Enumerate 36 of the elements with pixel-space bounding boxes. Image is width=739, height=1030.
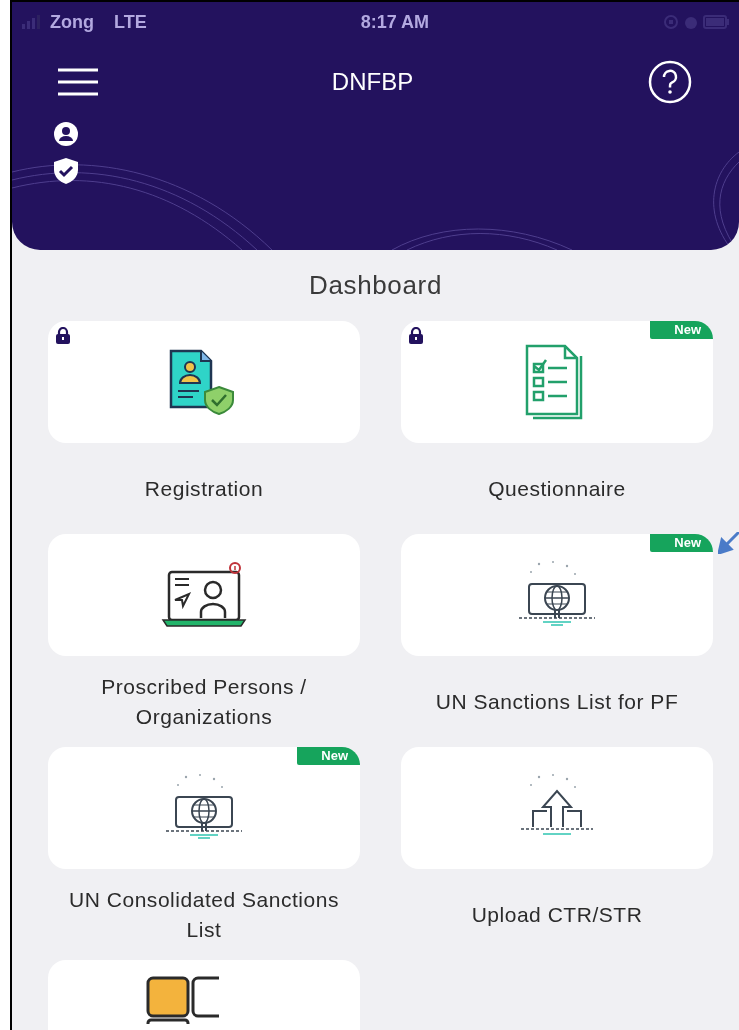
- verified-button[interactable]: [54, 158, 78, 184]
- dashboard-tile[interactable]: [48, 534, 360, 656]
- shield-check-icon: [54, 158, 78, 184]
- alarm-icon: [683, 14, 699, 30]
- laptop-person-icon: [159, 562, 249, 628]
- help-icon: [647, 59, 693, 105]
- menu-icon: [58, 67, 98, 97]
- dashboard-tile[interactable]: New: [48, 747, 360, 869]
- tile-label: UN Sanctions List for PF: [434, 688, 680, 715]
- lock-icon: [409, 327, 423, 344]
- dashboard-tile[interactable]: [401, 747, 713, 869]
- tile-label: Proscribed Persons / Organizations: [100, 673, 308, 730]
- profile-icon: [54, 122, 78, 146]
- new-badge: New: [650, 321, 713, 339]
- tile-label: Questionnaire: [487, 475, 627, 502]
- tile-label: Registration: [143, 475, 265, 502]
- rotation-lock-icon: [663, 14, 679, 30]
- menu-button[interactable]: [58, 66, 98, 98]
- dashboard-tile[interactable]: [48, 321, 360, 443]
- app-title: DNFBP: [331, 67, 414, 97]
- new-badge: New: [650, 534, 713, 552]
- lock-icon: [56, 327, 70, 344]
- battery-icon: [703, 15, 729, 29]
- network-type: LTE: [114, 10, 147, 34]
- arrow-icon: [718, 532, 739, 554]
- dashboard-tile[interactable]: New: [401, 321, 713, 443]
- tile-label: Upload CTR/STR: [470, 901, 644, 928]
- tile-label: UN Consolidated Sanctions List: [68, 886, 340, 943]
- status-time: 8:17 AM: [360, 10, 429, 34]
- page-title: Dashboard: [307, 269, 443, 302]
- new-badge: New: [297, 747, 360, 765]
- signal-icon: [22, 15, 42, 29]
- carrier-name: Zong: [50, 10, 94, 34]
- dashboard-tile[interactable]: New: [401, 534, 713, 656]
- help-button[interactable]: [647, 59, 693, 105]
- profile-button[interactable]: [54, 122, 78, 146]
